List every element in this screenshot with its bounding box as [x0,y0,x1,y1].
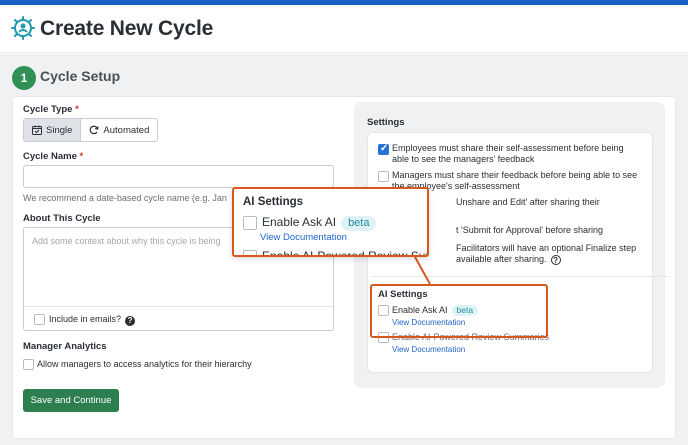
callout-beta-badge: beta [341,216,377,231]
callout-title: AI Settings [243,196,304,208]
callout-ask-ai-label: Enable Ask AI beta [262,215,377,231]
callout-review-summaries-label: Enable AI-Powered Review Summaries [262,249,427,257]
callout-ask-ai-checkbox[interactable] [243,216,257,230]
callout-view-documentation-link[interactable]: View Documentation [260,232,347,243]
callout-review-summaries-checkbox[interactable] [243,250,257,255]
ai-settings-callout: AI Settings Enable Ask AI beta View Docum… [232,187,429,257]
